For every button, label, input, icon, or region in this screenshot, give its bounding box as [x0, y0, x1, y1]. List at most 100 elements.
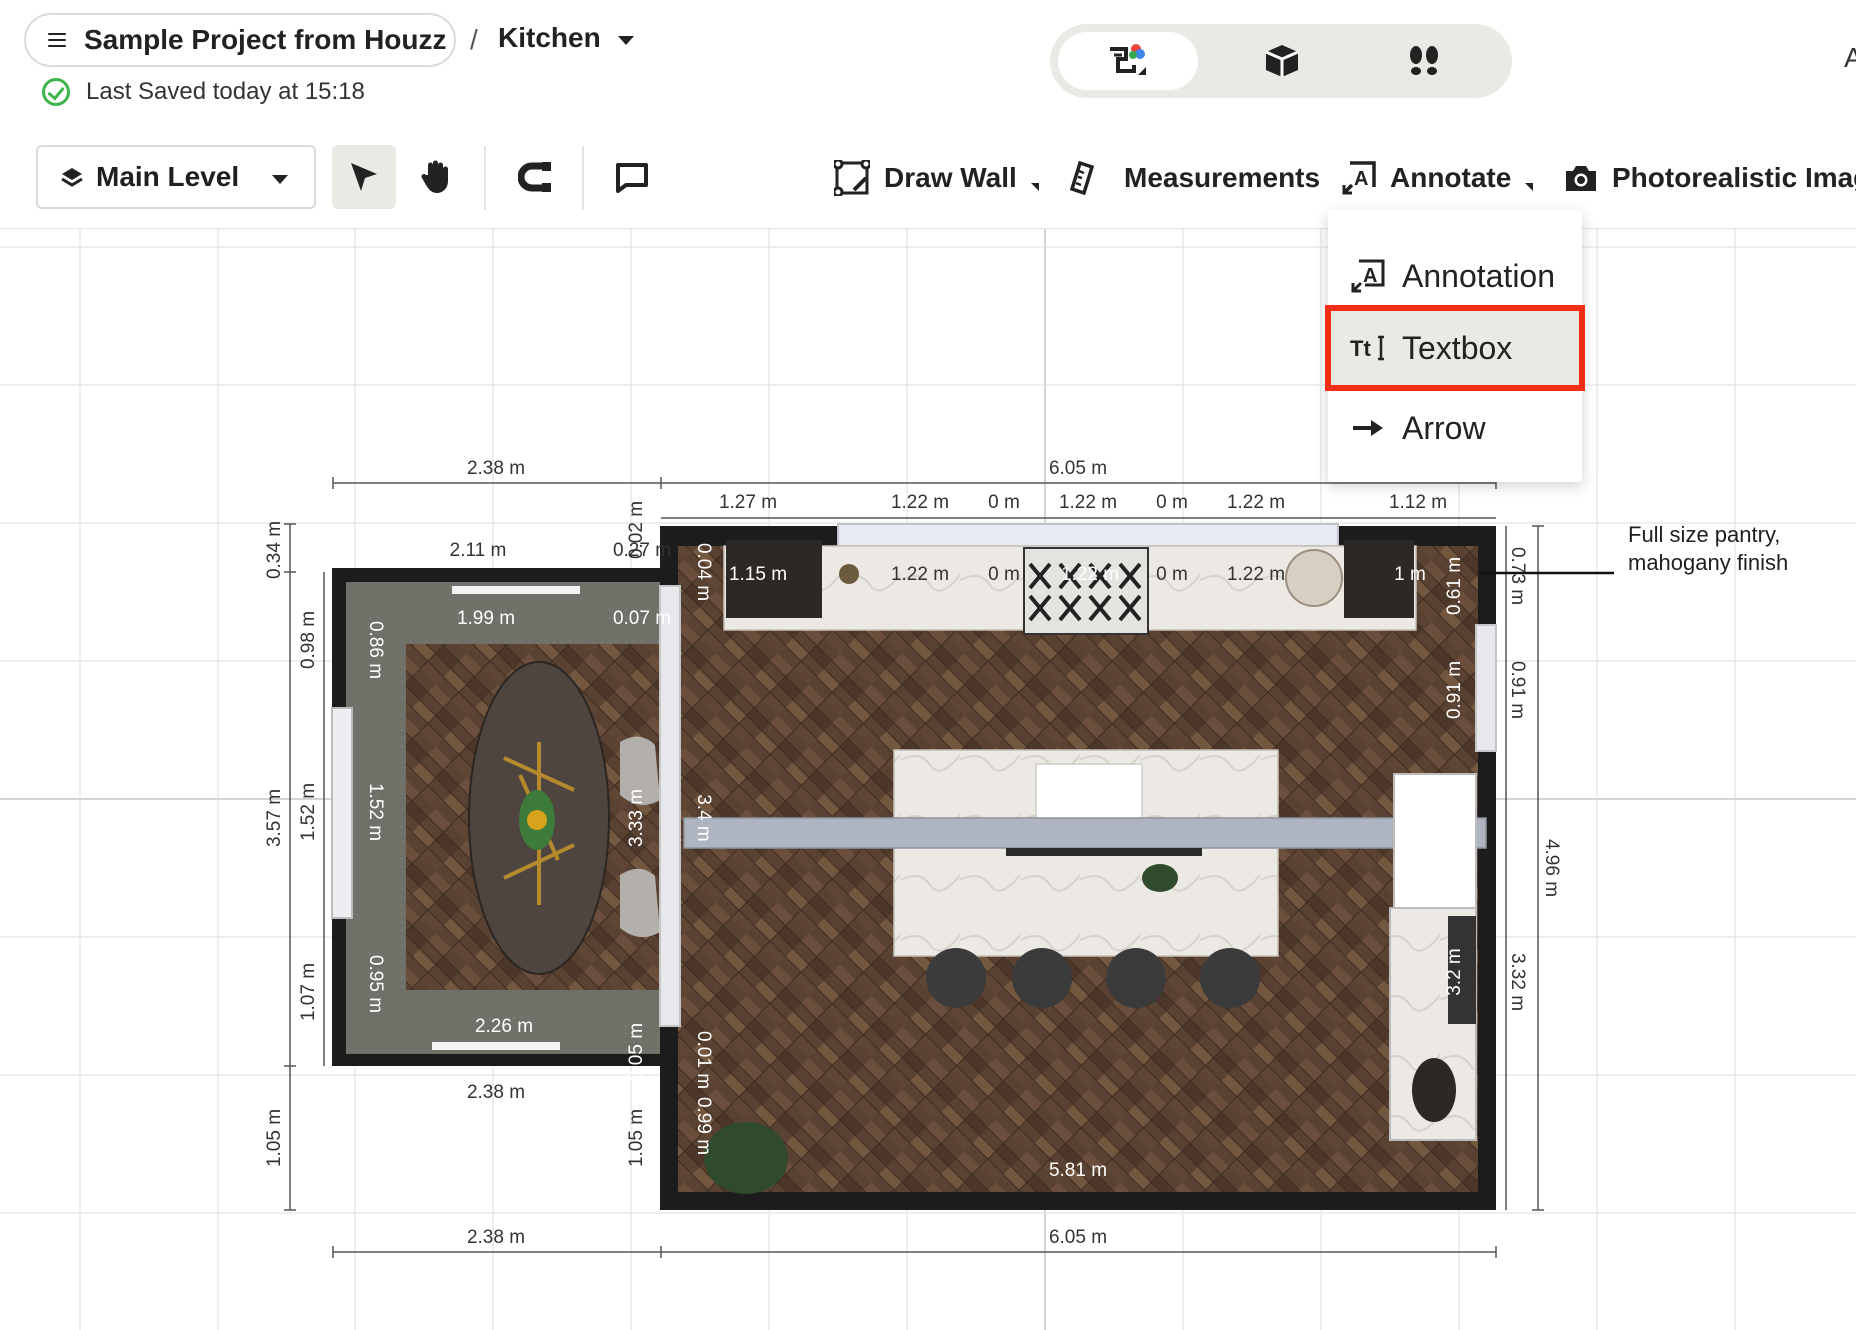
- project-title: Sample Project from Houzz: [84, 24, 447, 55]
- expand-corner-icon: [1030, 183, 1039, 191]
- menu-item-annotation[interactable]: A Annotation: [1328, 236, 1582, 316]
- comment-tool-button[interactable]: [600, 145, 664, 209]
- menu-item-textbox[interactable]: Tt Textbox: [1325, 305, 1585, 391]
- photorealistic-label: Photorealistic Imag: [1612, 162, 1856, 193]
- dim-label: 1 m: [1394, 564, 1426, 585]
- dim-label: 0 m: [988, 492, 1020, 513]
- view-mode-toggle: [1050, 24, 1512, 98]
- ruler-icon: [1070, 161, 1095, 195]
- dim-label: 4.96 m: [1541, 839, 1562, 897]
- dim-label: 3.4 m: [693, 794, 714, 842]
- expand-corner-icon: [1525, 183, 1534, 191]
- arrow-icon: [1353, 420, 1383, 436]
- menu-item-label: Annotation: [1402, 257, 1556, 294]
- annotate-icon: A: [1342, 161, 1376, 195]
- pan-tool-button[interactable]: [404, 145, 468, 209]
- dim-label: 2.11 m: [450, 540, 507, 561]
- dim-label: 1.22 m: [1061, 564, 1119, 585]
- camera-icon: [1566, 166, 1596, 191]
- dim-label: 1.27 m: [719, 492, 777, 513]
- pantry-note-textbox[interactable]: Full size pantry, mahogany finish: [1628, 522, 1788, 575]
- 2d-view-button[interactable]: [1058, 32, 1198, 90]
- hand-icon: [421, 160, 448, 193]
- dim-label: 0.04 m: [693, 543, 714, 601]
- dim-label: 3.2 m: [1444, 948, 1465, 996]
- svg-text:A: A: [1354, 168, 1368, 190]
- dim-label: 0.99 m: [693, 1097, 714, 1155]
- annotation-icon: A: [1351, 259, 1385, 293]
- dim-label: 1.05 m: [626, 1109, 647, 1167]
- textbox-icon: Tt: [1350, 335, 1384, 361]
- dim-label: 0.07 m: [613, 608, 671, 629]
- dim-label: 2.26 m: [475, 1016, 533, 1037]
- menu-item-arrow[interactable]: Arrow: [1328, 388, 1582, 468]
- dim-label: 0.73 m: [1507, 547, 1528, 605]
- dim-label: 0 m: [1156, 564, 1188, 585]
- toolbar-divider: [582, 146, 584, 210]
- svg-text:Tt: Tt: [1350, 336, 1371, 361]
- walkthrough-footsteps-icon: [1410, 46, 1438, 75]
- dim-label: 0.34 m: [264, 521, 285, 579]
- account-truncated-text[interactable]: A: [1844, 42, 1856, 74]
- dim-label: 1.05 m: [264, 1109, 285, 1167]
- snap-magnet-button[interactable]: [504, 145, 568, 209]
- dim-label: 3.32 m: [1507, 953, 1528, 1011]
- magnet-icon: [518, 162, 551, 192]
- measurements-label: Measurements: [1124, 162, 1321, 193]
- dim-label: 0.95 m: [365, 955, 386, 1013]
- note-line: Full size pantry,: [1628, 522, 1780, 547]
- dim-label: 1.22 m: [1227, 492, 1285, 513]
- pointer-arrow-icon: [351, 163, 377, 191]
- dim-label: 1.15 m: [729, 564, 787, 585]
- dim-label: 0 m: [1156, 492, 1188, 513]
- dim-label: 2.38 m: [467, 1082, 525, 1103]
- menu-item-label: Textbox: [1402, 329, 1513, 366]
- dim-label: 1.22 m: [1227, 564, 1285, 585]
- dim-label: 1.22 m: [891, 564, 949, 585]
- svg-text:A: A: [1363, 265, 1377, 287]
- dim-label: 3.33 m: [626, 789, 647, 847]
- dim-label: 1.52 m: [365, 783, 386, 841]
- dim-label: 1.52 m: [298, 783, 319, 841]
- comment-icon: [616, 163, 648, 193]
- dim-label: 5.81 m: [1049, 1160, 1107, 1181]
- photorealistic-image-button[interactable]: Photorealistic Imag: [1564, 154, 1856, 202]
- measurements-button[interactable]: Measurements: [1070, 154, 1320, 202]
- draw-wall-button[interactable]: Draw Wall: [834, 154, 1039, 202]
- draw-wall-label: Draw Wall: [884, 162, 1017, 193]
- dim-label: 1.22 m: [891, 492, 949, 513]
- dim-label: 0.91 m: [1507, 661, 1528, 719]
- dim-label: 1.12 m: [1389, 492, 1447, 513]
- project-menu-button[interactable]: Sample Project from Houzz: [24, 13, 456, 67]
- hamburger-icon: [48, 33, 66, 47]
- 3d-view-button[interactable]: [1212, 32, 1352, 90]
- dim-label: 1.22 m: [1059, 492, 1117, 513]
- dim-label: 6.05 m: [1049, 1227, 1107, 1248]
- dim-label: 1.99 m: [457, 608, 515, 629]
- dim-label: 2.38 m: [467, 458, 525, 479]
- dim-label: 0.02 m: [626, 501, 647, 559]
- note-line: mahogany finish: [1628, 550, 1788, 575]
- 2d-floorplan-icon: [1110, 44, 1146, 75]
- dim-label: 2.38 m: [467, 1227, 525, 1248]
- chevron-down-icon[interactable]: [618, 36, 634, 45]
- save-status-text: Last Saved today at 15:18: [86, 78, 365, 105]
- dim-label: 0.98 m: [298, 611, 319, 669]
- annotate-dropdown-menu: A Annotation Tt Textbox Arrow: [1325, 210, 1585, 482]
- dim-label: 0.86 m: [365, 621, 386, 679]
- annotate-button[interactable]: A Annotate: [1342, 154, 1534, 202]
- room-selector[interactable]: Kitchen: [498, 22, 601, 54]
- dim-label: 0.61 m: [1444, 557, 1465, 615]
- annotate-label: Annotate: [1390, 162, 1512, 193]
- breadcrumb-separator: /: [470, 24, 478, 55]
- draw-wall-icon: [834, 160, 870, 196]
- walkthrough-view-button[interactable]: [1354, 32, 1494, 90]
- kitchen-room[interactable]: [659, 523, 1497, 1210]
- dim-label: 0 m: [988, 564, 1020, 585]
- menu-item-label: Arrow: [1402, 409, 1486, 446]
- dim-label: 1.07 m: [298, 963, 319, 1021]
- dim-label: 0.91 m: [1444, 661, 1465, 719]
- select-tool-button[interactable]: [332, 145, 396, 209]
- dim-label: 6.05 m: [1049, 458, 1107, 479]
- level-select[interactable]: Main Level: [36, 145, 316, 209]
